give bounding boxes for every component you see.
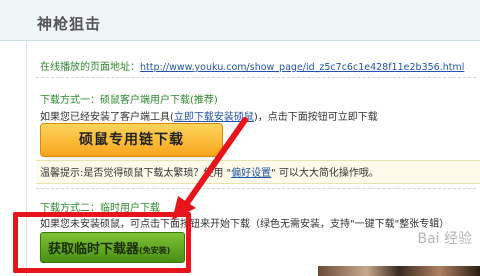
- video-thumbnails: [318, 266, 480, 276]
- watermark: Bai 经验: [417, 231, 472, 247]
- method1-desc-prefix: 如果您已经安装了客户端工具(: [40, 112, 174, 123]
- preferences-link[interactable]: 偏好设置: [231, 168, 271, 179]
- tip-prefix: 温馨提示:是否觉得硕鼠下载太繁琐？使用 ": [40, 168, 232, 179]
- page-header: 神枪狙击: [0, 0, 480, 41]
- tip-text: 温馨提示:是否觉得硕鼠下载太繁琐？使用 "偏好设置" 可以大大简化操作哦。: [40, 164, 379, 179]
- play-url-link[interactable]: http://www.youku.com/show_page/id_z5c7c6…: [140, 62, 464, 73]
- page-title: 神枪狙击: [37, 15, 102, 33]
- divider: [36, 77, 476, 78]
- method1-description: 如果您已经安装了客户端工具(立即下载安装硕鼠)，点击下面按钮可立即下载: [40, 108, 378, 123]
- divider: [36, 188, 476, 189]
- tip-suffix: " 可以大大简化操作哦。: [271, 168, 379, 179]
- play-url-row: 在线播放的页面地址：http://www.youku.com/show_page…: [40, 55, 464, 74]
- highlight-box: [13, 212, 191, 273]
- play-url-label: 在线播放的页面地址：: [40, 62, 140, 73]
- install-shuoshu-link[interactable]: 立即下载安装硕鼠: [174, 112, 254, 123]
- method1-desc-suffix: )，点击下面按钮可立即下载: [253, 112, 378, 123]
- shuoshu-download-button[interactable]: 硕鼠专用链下载: [40, 123, 223, 157]
- method1-title: 下载方式一：硕鼠客户端用户下载(推荐): [40, 95, 218, 106]
